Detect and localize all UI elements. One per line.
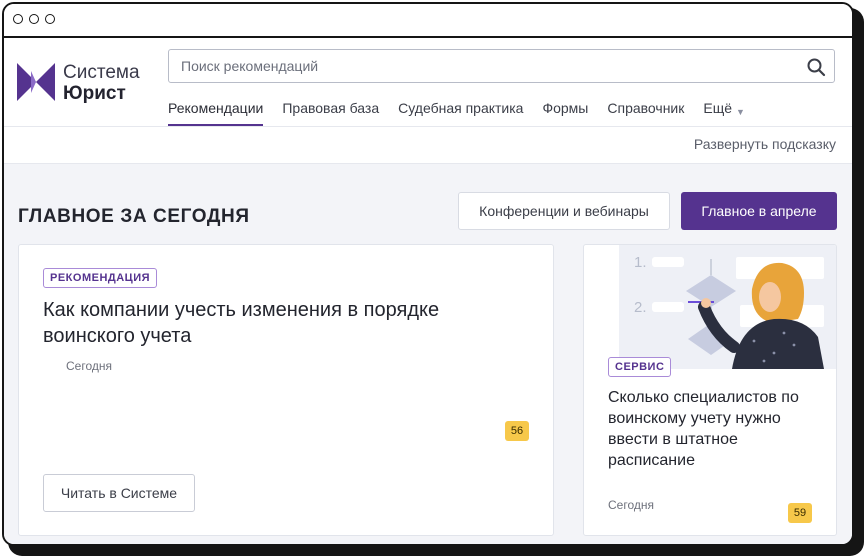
- section-title: ГЛАВНОЕ ЗА СЕГОДНЯ: [18, 206, 250, 227]
- illustration-number-1: 1.: [634, 254, 647, 271]
- window-control-dot[interactable]: [13, 14, 23, 24]
- recommendation-card[interactable]: РЕКОМЕНДАЦИЯ Как компании учесть изменен…: [18, 244, 554, 536]
- nav-item-more[interactable]: Ещё ▼: [703, 94, 745, 126]
- service-title[interactable]: Сколько специалистов по воинскому учету …: [608, 387, 818, 471]
- recommendation-badge: РЕКОМЕНДАЦИЯ: [43, 268, 158, 288]
- search-icon[interactable]: [806, 57, 826, 77]
- recommendation-date: Сегодня: [66, 359, 112, 373]
- service-date: Сегодня: [608, 498, 654, 512]
- nav-item-forms[interactable]: Формы: [542, 94, 588, 126]
- logo-text-line1: Система: [63, 62, 140, 83]
- nav-item-recommendations[interactable]: Рекомендации: [168, 94, 264, 126]
- service-badge: СЕРВИС: [608, 357, 672, 377]
- logo-icon: [17, 63, 55, 101]
- nav-item-reference[interactable]: Справочник: [607, 94, 684, 126]
- window-control-dot[interactable]: [45, 14, 55, 24]
- service-card[interactable]: 1. 2. СЕРВИС Сколько специалистов по вои…: [583, 244, 837, 536]
- view-count-badge: 59: [788, 503, 812, 523]
- main-content: ГЛАВНОЕ ЗА СЕГОДНЯ Конференции и вебинар…: [4, 164, 852, 544]
- nav-item-court-practice[interactable]: Судебная практика: [398, 94, 523, 126]
- search-input[interactable]: [169, 50, 813, 82]
- title-bar: [4, 4, 852, 38]
- window-control-dot[interactable]: [29, 14, 39, 24]
- woman-drawing-flowchart-illustration: 1. 2.: [619, 245, 836, 369]
- nav-item-legal-base[interactable]: Правовая база: [282, 94, 379, 126]
- search-box: [168, 49, 835, 83]
- site-header: Система Юрист Рекомендации Правовая база…: [4, 38, 852, 127]
- view-count-badge: 56: [505, 421, 529, 441]
- expand-hint-link[interactable]: Развернуть подсказку: [694, 136, 836, 152]
- recommendation-title[interactable]: Как компании учесть изменения в порядке …: [43, 297, 513, 349]
- main-nav: Рекомендации Правовая база Судебная прак…: [168, 94, 764, 126]
- logo-text-line2: Юрист: [63, 83, 126, 104]
- read-in-system-button[interactable]: Читать в Системе: [43, 474, 195, 512]
- conferences-button[interactable]: Конференции и вебинары: [458, 192, 670, 230]
- browser-window: Система Юрист Рекомендации Правовая база…: [2, 2, 854, 546]
- logo[interactable]: Система Юрист: [17, 62, 147, 104]
- nav-more-label: Ещё: [703, 100, 733, 116]
- hint-bar: Развернуть подсказку: [4, 127, 852, 164]
- april-highlights-button[interactable]: Главное в апреле: [681, 192, 837, 230]
- chevron-down-icon: ▼: [736, 107, 745, 117]
- illustration-number-2: 2.: [634, 299, 647, 316]
